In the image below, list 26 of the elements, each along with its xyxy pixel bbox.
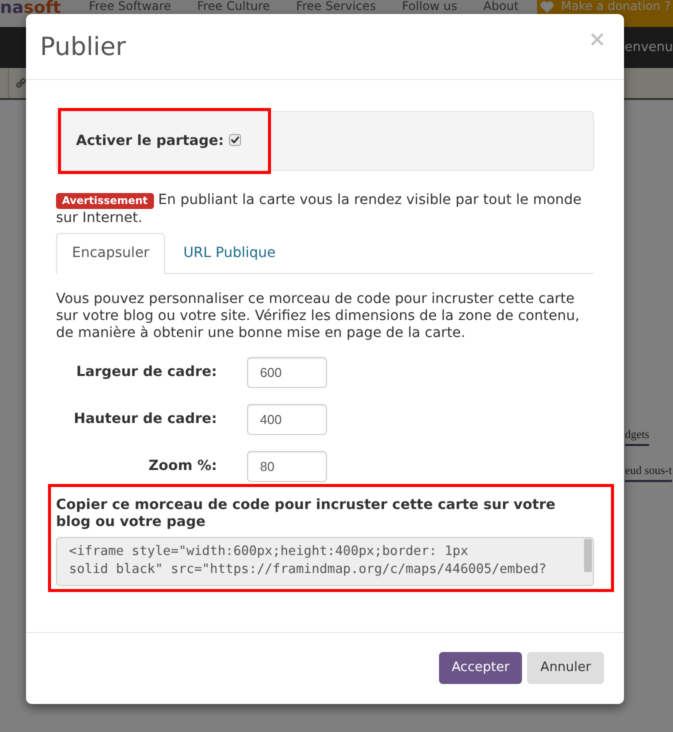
nav-link[interactable]: Free Services bbox=[296, 0, 376, 13]
link-icon bbox=[14, 76, 28, 90]
embed-heading: Copier ce morceau de code pour incruster cette carte sur votre blog ou votre page bbox=[56, 497, 556, 531]
nav-link[interactable]: Free Culture bbox=[197, 0, 270, 13]
tab[interactable]: URL Publique bbox=[167, 233, 292, 274]
field-label: Largeur de cadre: bbox=[76, 364, 217, 381]
tab[interactable]: Encapsuler bbox=[56, 233, 166, 274]
nav-link[interactable]: Follow us bbox=[402, 0, 458, 13]
accept-button[interactable]: Accepter bbox=[438, 652, 522, 684]
nav-link[interactable]: About bbox=[483, 0, 519, 13]
scrollbar-thumb[interactable] bbox=[584, 539, 592, 572]
cancel-button[interactable]: Annuler bbox=[527, 652, 604, 684]
checkbox[interactable] bbox=[228, 134, 241, 146]
logo-text: nasoft bbox=[0, 0, 61, 16]
welcome-text: envenu bbox=[624, 38, 673, 57]
field-label: Zoom %: bbox=[148, 458, 217, 475]
dialog-title: Publier bbox=[40, 32, 126, 62]
warning-message: Avertissement En publiant la carte vous la rendez visible par tout le monde sur Internet. bbox=[56, 192, 583, 227]
field-label: Hauteur de cadre: bbox=[74, 411, 217, 428]
sharing-label: Activer le partage: bbox=[76, 132, 224, 150]
input-field[interactable]: 600 bbox=[247, 357, 327, 388]
nav-link[interactable]: Free Software bbox=[88, 0, 172, 13]
input-field[interactable]: 400 bbox=[247, 404, 327, 435]
description-text: Vous pouvez personnaliser ce morceau de code pour incruster cette carte sur votre blog ou votre site. Vérifiez les dimensions de la zone de contenu, de manière à obtenir une bonne mise en page de la carte. bbox=[56, 291, 580, 342]
code-field[interactable]: <iframe style="width:600px;height:400px;border: 1px solid black" src="https://framindmap.org/c/maps/446005/embed? bbox=[56, 537, 594, 586]
input-field[interactable]: 80 bbox=[247, 451, 327, 482]
